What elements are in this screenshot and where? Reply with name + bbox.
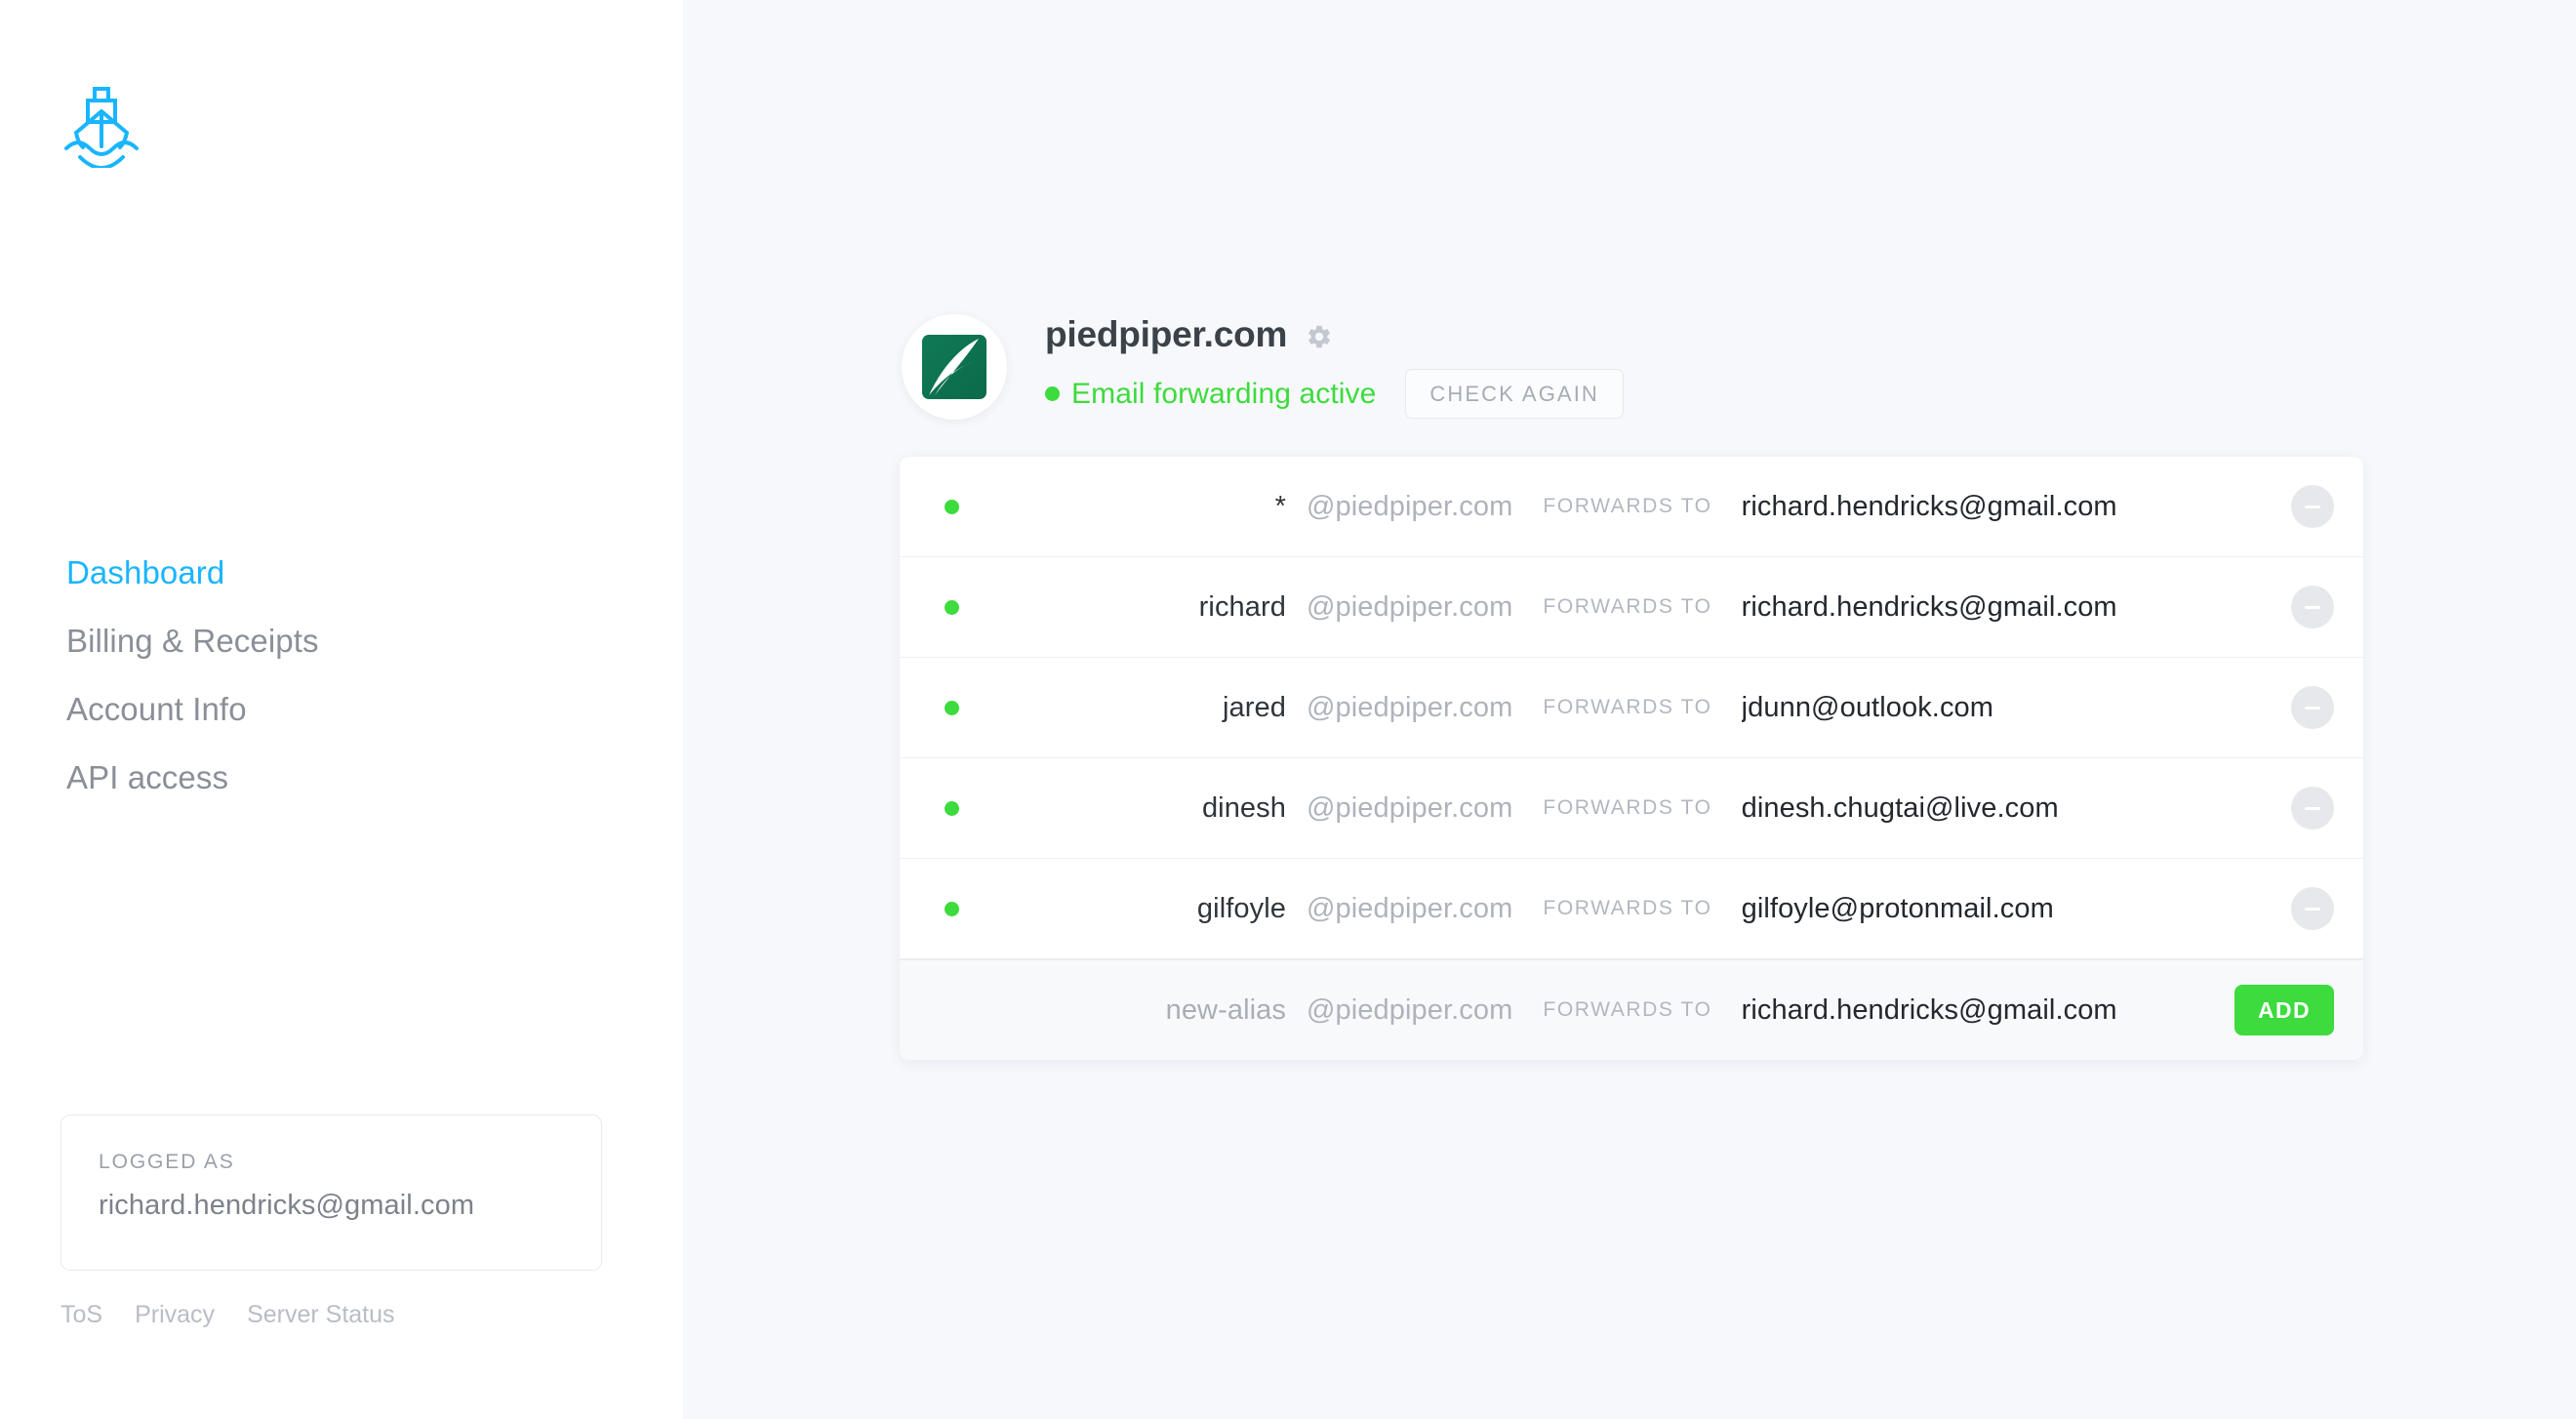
- new-alias-row: @piedpiper.com FORWARDS TO ADD: [900, 959, 2363, 1060]
- target-cell: [1741, 490, 2272, 523]
- logged-as-panel: LOGGED AS richard.hendricks@gmail.com: [60, 1115, 602, 1271]
- target-email-input[interactable]: [1741, 892, 2272, 925]
- status-badge: Email forwarding active: [1071, 377, 1377, 410]
- alias-cell: [1005, 691, 1286, 724]
- check-again-button[interactable]: CHECK AGAIN: [1405, 369, 1624, 419]
- add-button[interactable]: ADD: [2234, 985, 2334, 1035]
- minus-circle-icon[interactable]: [2291, 887, 2334, 930]
- sidebar-item-account-info[interactable]: Account Info: [66, 693, 319, 725]
- new-target-cell: [1741, 993, 2215, 1027]
- alias-input[interactable]: [1005, 791, 1286, 825]
- sidebar-item-label: Dashboard: [66, 554, 225, 590]
- domain-header: piedpiper.com Email forwarding active CH…: [900, 310, 2363, 420]
- row-status-dot-icon: [945, 901, 959, 916]
- row-status-dot-icon: [945, 499, 959, 514]
- row-status-dot-icon: [945, 599, 959, 615]
- sidebar-item-label: Billing & Receipts: [66, 623, 319, 659]
- target-email-input[interactable]: [1741, 791, 2272, 825]
- ship-icon[interactable]: [62, 86, 141, 168]
- domain-suffix-label: @piedpiper.com: [1307, 791, 1513, 824]
- table-row: @piedpiper.com FORWARDS TO: [900, 457, 2363, 557]
- alias-cell: [1005, 791, 1286, 825]
- logged-as-email: richard.hendricks@gmail.com: [99, 1190, 475, 1221]
- piedpiper-logo-icon: [902, 314, 1007, 420]
- new-target-email-input[interactable]: [1741, 993, 2215, 1027]
- table-row: @piedpiper.com FORWARDS TO: [900, 557, 2363, 658]
- domain-suffix-label: @piedpiper.com: [1307, 590, 1513, 623]
- domain-panel: piedpiper.com Email forwarding active CH…: [900, 310, 2363, 1060]
- forwards-to-label: FORWARDS TO: [1543, 595, 1712, 618]
- sidebar-item-label: Account Info: [66, 691, 247, 727]
- forwards-to-label: FORWARDS TO: [1543, 495, 1712, 517]
- sidebar-item-api-access[interactable]: API access: [66, 761, 319, 793]
- domain-suffix-label: @piedpiper.com: [1307, 691, 1513, 723]
- forwards-to-label: FORWARDS TO: [1543, 796, 1712, 819]
- forwards-to-label: FORWARDS TO: [1543, 696, 1712, 718]
- minus-circle-icon[interactable]: [2291, 787, 2334, 830]
- alias-cell: [1005, 490, 1286, 523]
- minus-circle-icon[interactable]: [2291, 485, 2334, 528]
- sidebar-item-dashboard[interactable]: Dashboard: [66, 556, 319, 588]
- app-root: Dashboard Billing & Receipts Account Inf…: [0, 0, 2576, 1419]
- target-cell: [1741, 791, 2272, 825]
- target-email-input[interactable]: [1741, 590, 2272, 624]
- domain-suffix-label: @piedpiper.com: [1307, 993, 1513, 1026]
- domain-suffix-label: @piedpiper.com: [1307, 892, 1513, 924]
- forwards-to-label: FORWARDS TO: [1543, 998, 1712, 1021]
- domain-title-row: piedpiper.com: [1045, 314, 1624, 355]
- sidebar-item-billing-receipts[interactable]: Billing & Receipts: [66, 625, 319, 657]
- table-row: @piedpiper.com FORWARDS TO: [900, 859, 2363, 959]
- gear-icon[interactable]: [1305, 322, 1334, 351]
- target-cell: [1741, 691, 2272, 724]
- footer-link-privacy[interactable]: Privacy: [135, 1301, 215, 1329]
- table-row: @piedpiper.com FORWARDS TO: [900, 658, 2363, 758]
- forwards-to-label: FORWARDS TO: [1543, 897, 1712, 919]
- row-status-dot-icon: [945, 700, 959, 715]
- target-cell: [1741, 892, 2272, 925]
- table-row: @piedpiper.com FORWARDS TO: [900, 758, 2363, 859]
- status-dot-icon: [1045, 386, 1060, 401]
- alias-input[interactable]: [1005, 590, 1286, 624]
- new-alias-input[interactable]: [1005, 993, 1286, 1027]
- footer-link-tos[interactable]: ToS: [60, 1301, 102, 1329]
- sidebar-footer: ToS Privacy Server Status: [60, 1301, 395, 1329]
- alias-input[interactable]: [1005, 490, 1286, 523]
- sidebar: Dashboard Billing & Receipts Account Inf…: [0, 0, 683, 1419]
- domain-meta: piedpiper.com Email forwarding active CH…: [1045, 310, 1624, 419]
- main-content: piedpiper.com Email forwarding active CH…: [683, 0, 2576, 1419]
- minus-circle-icon[interactable]: [2291, 686, 2334, 729]
- status-row: Email forwarding active CHECK AGAIN: [1045, 369, 1624, 419]
- alias-table: @piedpiper.com FORWARDS TO @piedpiper.co…: [900, 457, 2363, 1060]
- sidebar-nav: Dashboard Billing & Receipts Account Inf…: [66, 556, 319, 830]
- alias-cell: [1005, 590, 1286, 624]
- footer-link-server-status[interactable]: Server Status: [247, 1301, 394, 1329]
- alias-cell: [1005, 892, 1286, 925]
- page-title: piedpiper.com: [1045, 314, 1288, 354]
- row-status-dot-icon: [945, 800, 959, 816]
- target-email-input[interactable]: [1741, 691, 2272, 724]
- domain-suffix-label: @piedpiper.com: [1307, 490, 1513, 522]
- target-cell: [1741, 590, 2272, 624]
- logged-as-label: LOGGED AS: [99, 1151, 235, 1173]
- alias-input[interactable]: [1005, 691, 1286, 724]
- target-email-input[interactable]: [1741, 490, 2272, 523]
- new-alias-cell: [1005, 993, 1286, 1027]
- minus-circle-icon[interactable]: [2291, 586, 2334, 628]
- sidebar-item-label: API access: [66, 759, 229, 795]
- alias-input[interactable]: [1005, 892, 1286, 925]
